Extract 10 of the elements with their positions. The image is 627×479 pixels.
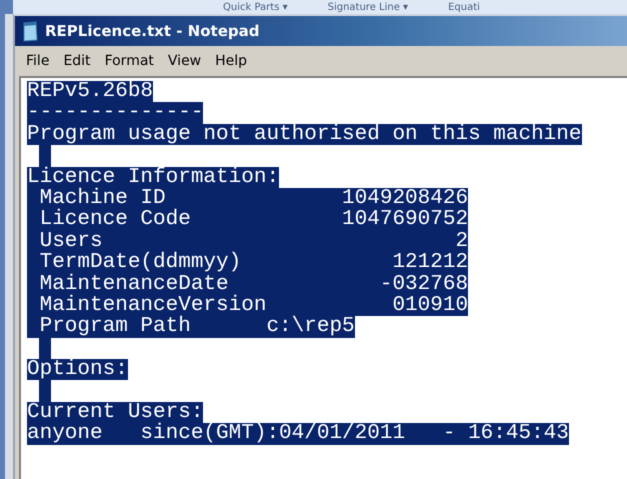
menu-item[interactable]: Format [100,53,159,69]
menu-item[interactable]: Help [210,53,252,69]
window-title: REPLicence.txt - Notepad [45,22,260,40]
ribbon-item[interactable]: Signature Line ▾ [328,2,408,12]
menu-item[interactable]: File [21,53,54,69]
ribbon-item[interactable]: Quick Parts ▾ [223,2,288,12]
notepad-icon [21,20,39,42]
menu-item[interactable]: View [162,53,206,69]
ribbon-item[interactable]: Equati [448,2,480,12]
menu-item[interactable]: Edit [58,53,96,69]
